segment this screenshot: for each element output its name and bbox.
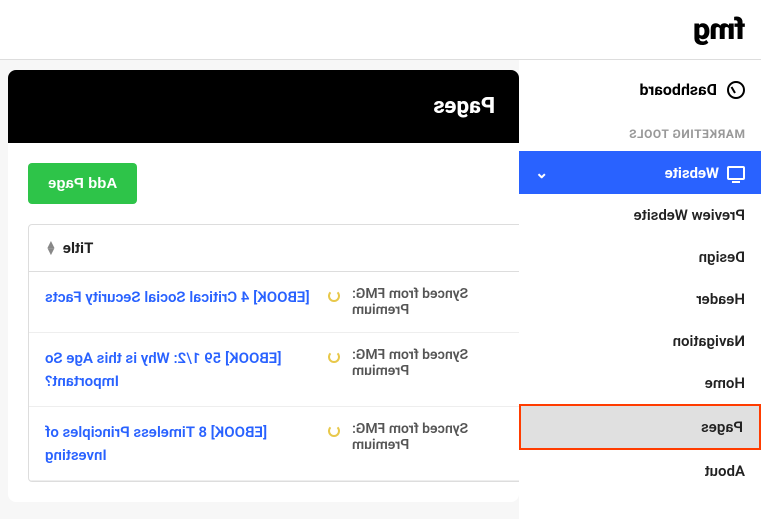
sidebar-item-website-label: Website xyxy=(665,164,719,182)
sync-icon xyxy=(328,351,340,363)
brand-logo: fmg xyxy=(694,12,745,47)
sidebar-item-about[interactable]: About xyxy=(519,450,761,492)
sidebar-item-design[interactable]: Design xyxy=(519,236,761,278)
add-page-button[interactable]: Add Page xyxy=(28,163,137,204)
page-title: Pages xyxy=(8,70,519,143)
sidebar-item-header[interactable]: Header xyxy=(519,278,761,320)
row-title[interactable]: [EBOOK] 4 Critical Social Security Facts xyxy=(45,286,320,309)
sidebar-item-preview-website[interactable]: Preview Website xyxy=(519,194,761,236)
sync-icon xyxy=(328,425,340,437)
row-title[interactable]: [EBOOK] 8 Timeless Principles of Investi… xyxy=(45,421,320,466)
column-title-label: Title xyxy=(63,239,93,257)
page-card: Pages Add Page Title ▲▼ Synced from FMG: xyxy=(8,70,519,502)
sync-status: Synced from FMG: Premium xyxy=(352,347,512,379)
content-area: Pages Add Page Title ▲▼ Synced from FMG: xyxy=(0,60,519,519)
column-title[interactable]: Title ▲▼ xyxy=(45,239,93,257)
monitor-icon xyxy=(727,166,745,180)
sidebar-section-label: MARKETING TOOLS xyxy=(519,109,761,151)
sync-icon xyxy=(328,290,340,302)
sidebar-dashboard-label: Dashboard xyxy=(640,80,717,99)
pages-table: Title ▲▼ Synced from FMG: Premium [EBOOK… xyxy=(28,224,519,482)
actions-row: Add Page xyxy=(28,163,499,204)
row-title[interactable]: [EBOOK] 59 1/2: Why is this Age So Impor… xyxy=(45,347,320,392)
table-row[interactable]: Synced from FMG: Premium [EBOOK] 4 Criti… xyxy=(29,272,519,333)
table-header: Title ▲▼ xyxy=(29,225,519,272)
main-area: Dashboard MARKETING TOOLS Website ⌄ Prev… xyxy=(0,60,761,519)
topbar: fmg xyxy=(0,0,761,60)
sidebar-item-navigation[interactable]: Navigation xyxy=(519,320,761,362)
sidebar-item-website[interactable]: Website ⌄ xyxy=(519,151,761,194)
sidebar-item-pages[interactable]: Pages xyxy=(519,404,761,450)
gauge-icon xyxy=(727,81,745,99)
chevron-down-icon: ⌄ xyxy=(535,163,548,182)
table-row[interactable]: Synced from FMG: Premium [EBOOK] 59 1/2:… xyxy=(29,333,519,407)
sidebar: Dashboard MARKETING TOOLS Website ⌄ Prev… xyxy=(519,60,761,519)
sync-status: Synced from FMG: Premium xyxy=(352,421,512,453)
sidebar-dashboard[interactable]: Dashboard xyxy=(519,70,761,109)
sort-icon: ▲▼ xyxy=(45,241,57,255)
sync-status: Synced from FMG: Premium xyxy=(352,286,512,318)
table-row[interactable]: Synced from FMG: Premium [EBOOK] 8 Timel… xyxy=(29,407,519,481)
card-body: Add Page Title ▲▼ Synced from FMG: Premi… xyxy=(8,143,519,502)
sidebar-item-home[interactable]: Home xyxy=(519,362,761,404)
